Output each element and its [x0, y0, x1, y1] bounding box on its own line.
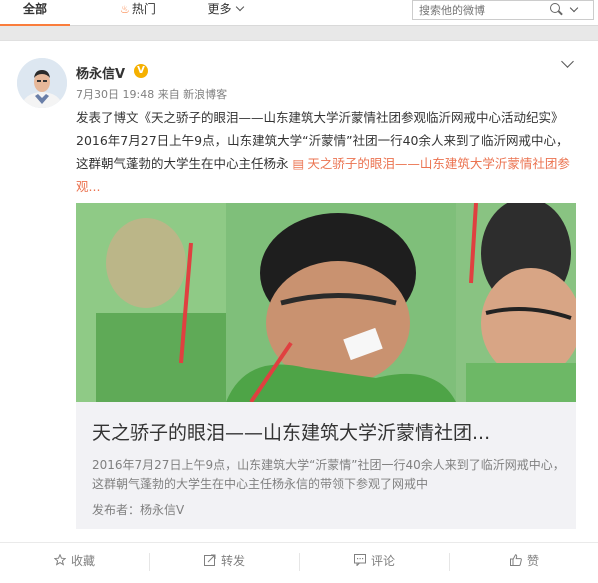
- like-button[interactable]: 赞: [450, 543, 598, 581]
- comment-icon: [353, 544, 366, 567]
- chevron-down-icon[interactable]: [561, 55, 574, 68]
- star-icon: [53, 544, 67, 566]
- tab-more-label: 更多: [207, 2, 232, 16]
- article-image: [76, 203, 576, 402]
- like-label: 赞: [526, 554, 539, 568]
- avatar-image: [17, 58, 67, 108]
- repost-button[interactable]: 转发: [150, 543, 299, 581]
- search-icon[interactable]: [549, 3, 563, 17]
- repost-icon: [203, 544, 216, 566]
- article-icon: ▤: [292, 156, 305, 171]
- username[interactable]: 杨永信V: [76, 63, 125, 82]
- tab-more[interactable]: 更多: [195, 0, 255, 26]
- comment-label: 评论: [370, 554, 395, 568]
- article-summary: 2016年7月27日上午9点，山东建筑大学“沂蒙情”社团一行40余人来到了临沂网…: [92, 458, 565, 491]
- action-bar: 收藏 转发 评论 赞: [0, 542, 598, 580]
- thumbs-up-icon: [509, 544, 522, 566]
- tab-all-label: 全部: [22, 2, 47, 16]
- tab-hot-label: 热门: [131, 2, 156, 16]
- search-box: [412, 0, 594, 20]
- repost-label: 转发: [220, 554, 245, 568]
- article-card[interactable]: 天之骄子的眼泪——山东建筑大学沂蒙情社团... 2016年7月27日上午9点，山…: [76, 203, 576, 529]
- tab-all[interactable]: 全部: [0, 0, 70, 26]
- chevron-down-icon: [235, 2, 244, 12]
- weibo-post-card: 杨永信V V 7月30日 19:48 来自 新浪博客 发表了博文《天之骄子的眼泪…: [0, 40, 598, 583]
- post-text: 发表了博文《天之骄子的眼泪——山东建筑大学沂蒙情社团参观临沂网戒中心活动纪实》2…: [76, 106, 576, 198]
- top-tab-bar: 全部 ♨ 热门 更多: [0, 0, 598, 26]
- avatar[interactable]: [17, 58, 67, 108]
- tab-hot[interactable]: ♨ 热门: [108, 0, 168, 26]
- post-meta: 7月30日 19:48 来自 新浪博客: [76, 88, 228, 101]
- search-dropdown-icon[interactable]: [569, 3, 579, 13]
- verified-badge: V: [134, 64, 148, 78]
- favorite-button[interactable]: 收藏: [0, 543, 149, 581]
- search-input[interactable]: [419, 2, 549, 18]
- article-photo: [76, 203, 576, 402]
- favorite-label: 收藏: [70, 554, 95, 568]
- article-author: 发布者：杨永信V: [92, 503, 185, 517]
- flame-icon: ♨: [120, 3, 130, 16]
- comment-button[interactable]: 评论: [300, 543, 449, 581]
- article-title[interactable]: 天之骄子的眼泪——山东建筑大学沂蒙情社团...: [92, 418, 566, 445]
